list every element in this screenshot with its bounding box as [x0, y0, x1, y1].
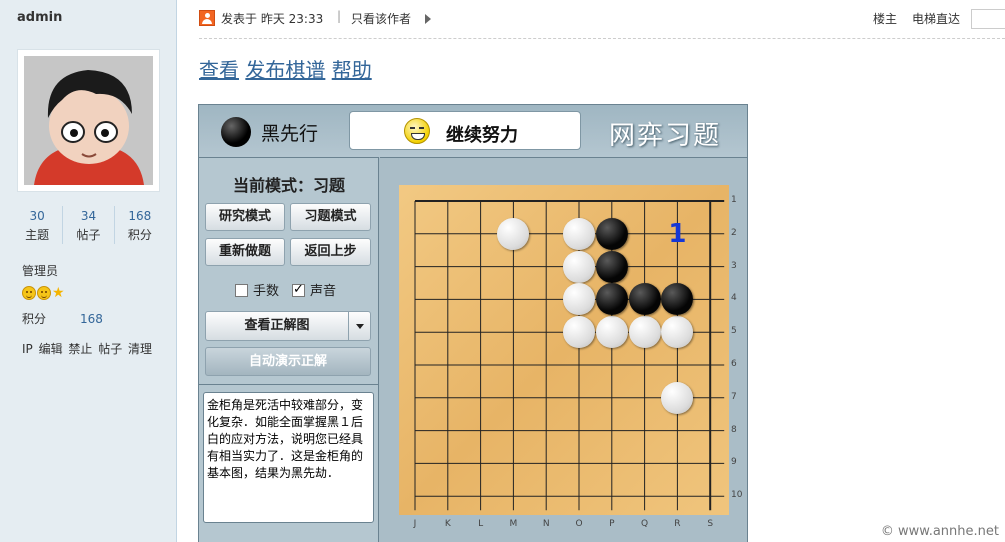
go-problem-widget: 黑先行 继续努力 网弈习题 当前模式：习题 研究模式 习题模式 重新做题 返回上…	[198, 104, 748, 542]
user-role[interactable]: 管理员	[22, 262, 58, 279]
problem-mode-button[interactable]: 习题模式	[290, 203, 371, 231]
stat-topics[interactable]: 30 主题	[12, 206, 64, 244]
column-coordinate: Q	[641, 519, 649, 529]
stat-topics-label: 主题	[25, 228, 50, 242]
study-mode-button[interactable]: 研究模式	[205, 203, 285, 231]
board-panel: 1 2 3 4 5 6 7 8 9 10 J K L M N O P Q R S 1	[380, 157, 747, 542]
checkbox-checked-icon[interactable]	[292, 282, 305, 297]
avatar-frame	[17, 49, 160, 192]
undo-button[interactable]: 返回上步	[290, 238, 371, 266]
author-sidebar: admin 30 主题 34 帖子 168 积分 管理员 ★ 积分 168 IP…	[0, 0, 177, 542]
stat-points-label: 积分	[127, 228, 152, 242]
stat-posts-count: 34	[80, 209, 97, 223]
page: admin 30 主题 34 帖子 168 积分 管理员 ★ 积分 168 IP…	[0, 0, 1005, 542]
elevator-label: 电梯直达	[912, 12, 961, 26]
separator: |	[337, 9, 342, 23]
black-stone[interactable]	[595, 250, 628, 283]
column-coordinate: M	[509, 519, 518, 529]
column-coordinate: R	[674, 519, 681, 529]
avatar[interactable]	[24, 56, 153, 185]
points-label: 积分	[22, 312, 47, 326]
post-meta-bar: 发表于 昨天 23:33 | 只看该作者 楼主 电梯直达	[199, 8, 1005, 30]
chevron-down-icon[interactable]	[348, 312, 370, 340]
row-coordinate: 8	[731, 424, 737, 435]
to-play-label: 黑先行	[261, 123, 319, 145]
star-icon: ★	[52, 285, 65, 301]
stat-topics-count: 30	[29, 209, 45, 223]
publish-record-link[interactable]: 发布棋谱	[245, 58, 325, 82]
author-name[interactable]: admin	[17, 10, 62, 25]
smiley-icon	[37, 286, 51, 300]
control-panel: 当前模式：习题 研究模式 习题模式 重新做题 返回上步 手数 声音 查看正解图 …	[199, 157, 379, 542]
column-coordinate: P	[609, 519, 615, 529]
grin-emoticon-icon	[404, 118, 430, 144]
row-coordinate: 3	[731, 260, 737, 271]
user-stats: 30 主题 34 帖子 168 积分	[12, 206, 165, 244]
sound-checkbox[interactable]: 声音	[292, 280, 336, 299]
white-stone[interactable]	[497, 217, 530, 250]
sgf-links: 查看 发布棋谱 帮助	[199, 54, 372, 83]
stat-points[interactable]: 168 积分	[115, 206, 165, 244]
feedback-box: 继续努力	[349, 111, 581, 150]
row-coordinate: 7	[731, 391, 737, 402]
feedback-message: 继续努力	[446, 125, 518, 146]
column-coordinate: L	[478, 519, 484, 529]
row-coordinate: 1	[731, 195, 737, 205]
checkbox-icon[interactable]	[235, 284, 248, 297]
row-coordinate: 2	[731, 227, 737, 238]
view-answer-dropdown[interactable]: 查看正解图	[205, 311, 371, 341]
white-stone[interactable]	[563, 316, 595, 349]
show-moves-checkbox[interactable]: 手数	[235, 280, 279, 299]
problem-description: 金柜角是死活中较难部分，变化复杂．如能全面掌握黑１后白的应对方法，说明您已经具有…	[203, 392, 374, 523]
column-coordinate: N	[542, 519, 550, 529]
row-coordinate: 5	[731, 326, 737, 337]
row-coordinate: 6	[731, 359, 737, 369]
white-stone[interactable]	[563, 217, 595, 250]
black-stone-icon	[221, 117, 251, 147]
watermark: © www.annhe.net	[880, 524, 999, 539]
widget-header: 黑先行 继续努力 网弈习题	[199, 105, 747, 157]
view-answer-label[interactable]: 查看正解图	[206, 312, 348, 340]
stat-posts-label: 帖子	[76, 228, 101, 242]
restart-button[interactable]: 重新做题	[205, 238, 285, 266]
posted-time: 发表于 昨天 23:33	[221, 12, 324, 26]
white-stone[interactable]	[628, 316, 661, 349]
auto-demo-button[interactable]: 自动演示正解	[205, 347, 371, 376]
row-coordinate: 4	[731, 293, 737, 304]
floor-label: 楼主	[873, 12, 898, 26]
points-value: 168	[80, 312, 103, 326]
column-coordinate: K	[444, 519, 451, 529]
column-coordinate: S	[707, 519, 714, 529]
divider	[199, 38, 1005, 39]
black-stone[interactable]	[628, 283, 661, 316]
black-stone[interactable]	[595, 283, 628, 316]
floor-jump-input[interactable]	[971, 9, 1005, 29]
only-author-link[interactable]: 只看该作者	[351, 10, 411, 27]
row-coordinate: 10	[731, 490, 743, 501]
sound-label: 声音	[310, 284, 337, 299]
move-number-mark[interactable]: 1	[661, 218, 693, 250]
smiley-icon	[22, 286, 36, 300]
view-link[interactable]: 查看	[199, 58, 239, 82]
column-coordinate: J	[413, 519, 417, 529]
black-stone[interactable]	[595, 217, 628, 250]
points-row: 积分 168	[22, 310, 103, 327]
help-link[interactable]: 帮助	[332, 58, 372, 82]
rank-icons: ★	[22, 286, 65, 300]
user-icon	[199, 10, 215, 26]
white-stone[interactable]	[661, 381, 694, 414]
show-moves-label: 手数	[253, 284, 280, 299]
white-stone[interactable]	[595, 316, 628, 349]
current-mode: 当前模式：习题	[232, 176, 345, 195]
panel-divider	[199, 384, 379, 385]
admin-links[interactable]: IP 编辑 禁止 帖子 清理	[22, 340, 152, 357]
stat-points-count: 168	[128, 209, 152, 223]
avatar-image	[24, 56, 153, 185]
play-arrow-icon[interactable]	[425, 14, 431, 24]
row-coordinate: 9	[731, 457, 737, 468]
column-coordinate: O	[575, 519, 583, 529]
stat-posts[interactable]: 34 帖子	[63, 206, 115, 244]
brand-title: 网弈习题	[609, 121, 722, 151]
white-stone[interactable]	[563, 250, 595, 283]
